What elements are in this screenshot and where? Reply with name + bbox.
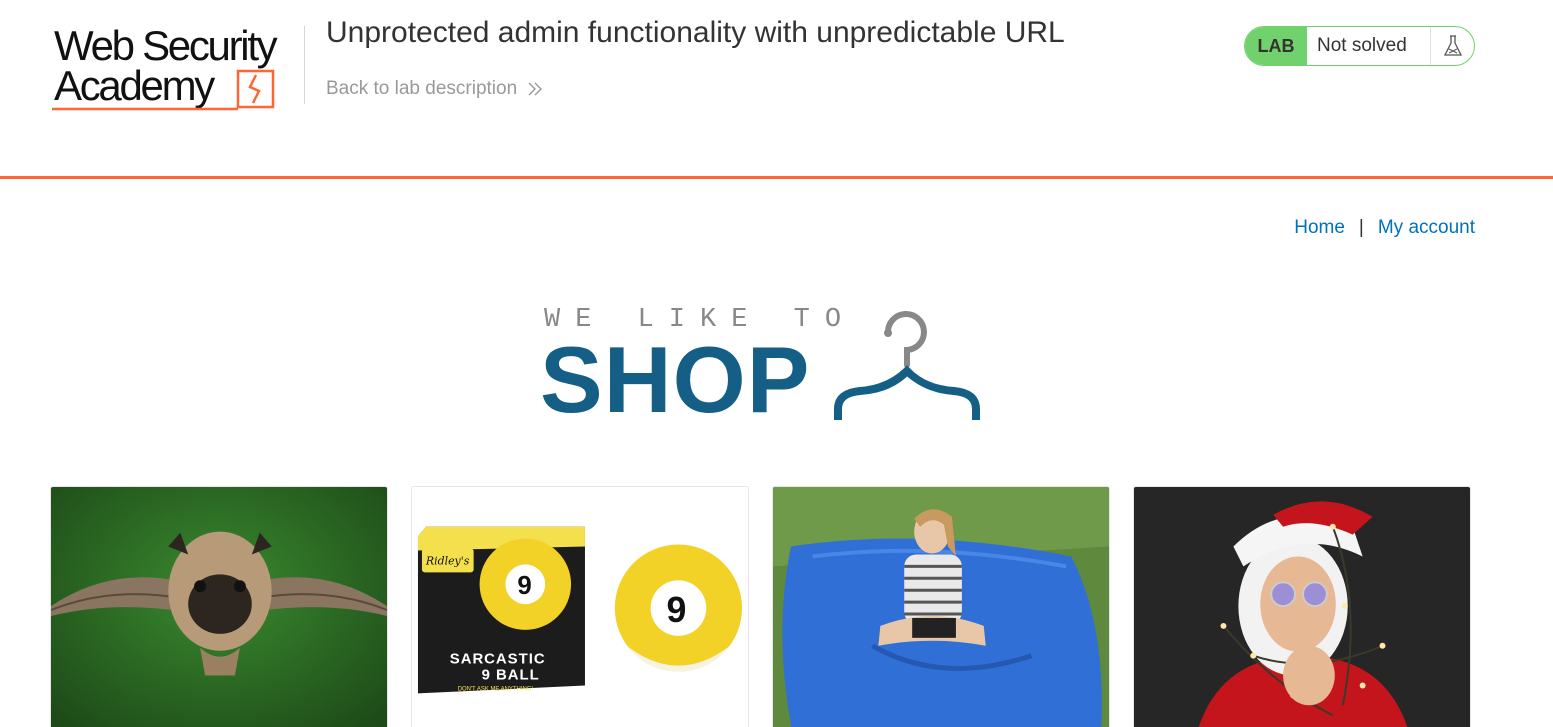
product-card-sarcastic-9-ball[interactable]: Ridley's 9 SARCASTIC 9 BALL DON'T ASK ME… [411, 486, 749, 727]
logo-line1: Web Security [54, 22, 278, 69]
ball-number: 9 [666, 590, 686, 630]
inflatable-bean-bag-image [773, 487, 1109, 727]
back-to-lab-description-link[interactable]: Back to lab description [326, 78, 543, 100]
box-title-line1: SARCASTIC [450, 652, 546, 668]
lab-header: Web Security Academy Unprotected admin f… [0, 0, 1553, 179]
flying-pug-image [51, 487, 387, 727]
sarcastic-9-ball-image: Ridley's 9 SARCASTIC 9 BALL DON'T ASK ME… [412, 487, 748, 727]
header-divider [304, 26, 305, 104]
banner-title: SHOP [540, 327, 811, 432]
box-ball-number: 9 [517, 572, 531, 600]
web-security-academy-logo[interactable]: Web Security Academy [50, 22, 302, 114]
box-title-line2: 9 BALL [482, 668, 540, 684]
shop-banner: WE LIKE TO SHOP [540, 303, 985, 427]
home-link[interactable]: Home [1294, 217, 1345, 239]
product-card-bean-bag[interactable] [772, 486, 1110, 727]
top-navigation: Home | My account [1294, 217, 1475, 239]
lab-status-widget: LAB Not solved [1244, 26, 1475, 66]
double-chevron-right-icon [528, 82, 543, 96]
back-link-label: Back to lab description [326, 78, 518, 99]
lab-status-text: Not solved [1307, 27, 1431, 65]
flask-icon [1431, 27, 1474, 65]
clothes-hanger-icon [834, 311, 980, 420]
my-account-link[interactable]: My account [1378, 217, 1475, 239]
product-card-flying-pug[interactable] [50, 486, 388, 727]
product-card-santa-lights[interactable] [1133, 486, 1471, 727]
box-tagline: DON'T ASK ME ANYTHING! [458, 686, 534, 692]
product-grid: Ridley's 9 SARCASTIC 9 BALL DON'T ASK ME… [50, 486, 1472, 727]
box-brand-text: Ridley's [425, 554, 470, 567]
lab-title: Unprotected admin functionality with unp… [326, 16, 1065, 49]
lab-badge: LAB [1245, 27, 1307, 65]
nav-separator: | [1358, 217, 1364, 238]
academy-logo-mark-icon [52, 69, 275, 111]
santa-lights-image [1134, 487, 1470, 727]
